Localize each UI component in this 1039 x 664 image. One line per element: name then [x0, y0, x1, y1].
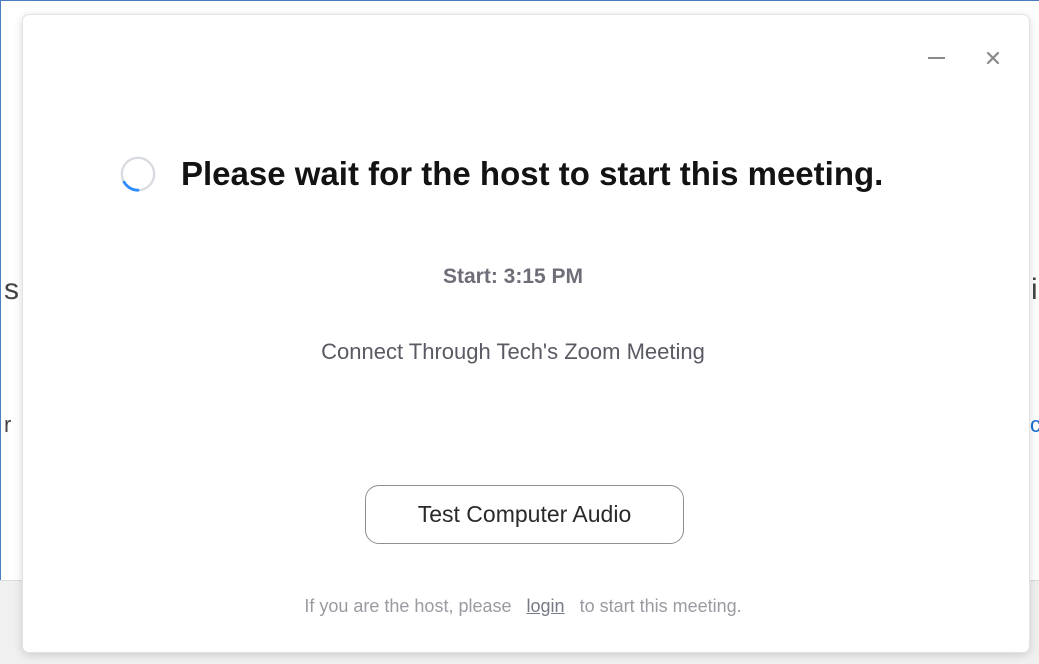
background-link-fragment[interactable]: c [1030, 414, 1039, 436]
host-login-note: If you are the host, please login to sta… [23, 596, 1023, 617]
minimize-icon [927, 57, 945, 59]
wait-message-heading: Please wait for the host to start this m… [181, 155, 884, 192]
wait-message-row: Please wait for the host to start this m… [119, 155, 883, 193]
host-login-note-prefix: If you are the host, please [304, 596, 512, 616]
minimize-button[interactable] [923, 45, 949, 71]
waiting-for-host-dialog: Please wait for the host to start this m… [23, 15, 1029, 652]
host-login-note-suffix: to start this meeting. [579, 596, 742, 616]
meeting-start-time: Start: 3:15 PM [442, 265, 584, 288]
close-button[interactable] [980, 45, 1006, 71]
close-icon [986, 51, 1000, 65]
loading-spinner-icon [120, 156, 156, 192]
test-computer-audio-button[interactable]: Test Computer Audio [365, 485, 684, 544]
background-text-fragment: i [1031, 273, 1038, 306]
background-text-fragment: s [4, 273, 19, 306]
background-window-top-border [0, 0, 1039, 1]
background-window-left-border [0, 0, 1, 663]
background-text-fragment: r [4, 412, 12, 437]
meeting-name: Connect Through Tech's Zoom Meeting [321, 339, 705, 364]
login-link[interactable]: login [527, 596, 565, 616]
